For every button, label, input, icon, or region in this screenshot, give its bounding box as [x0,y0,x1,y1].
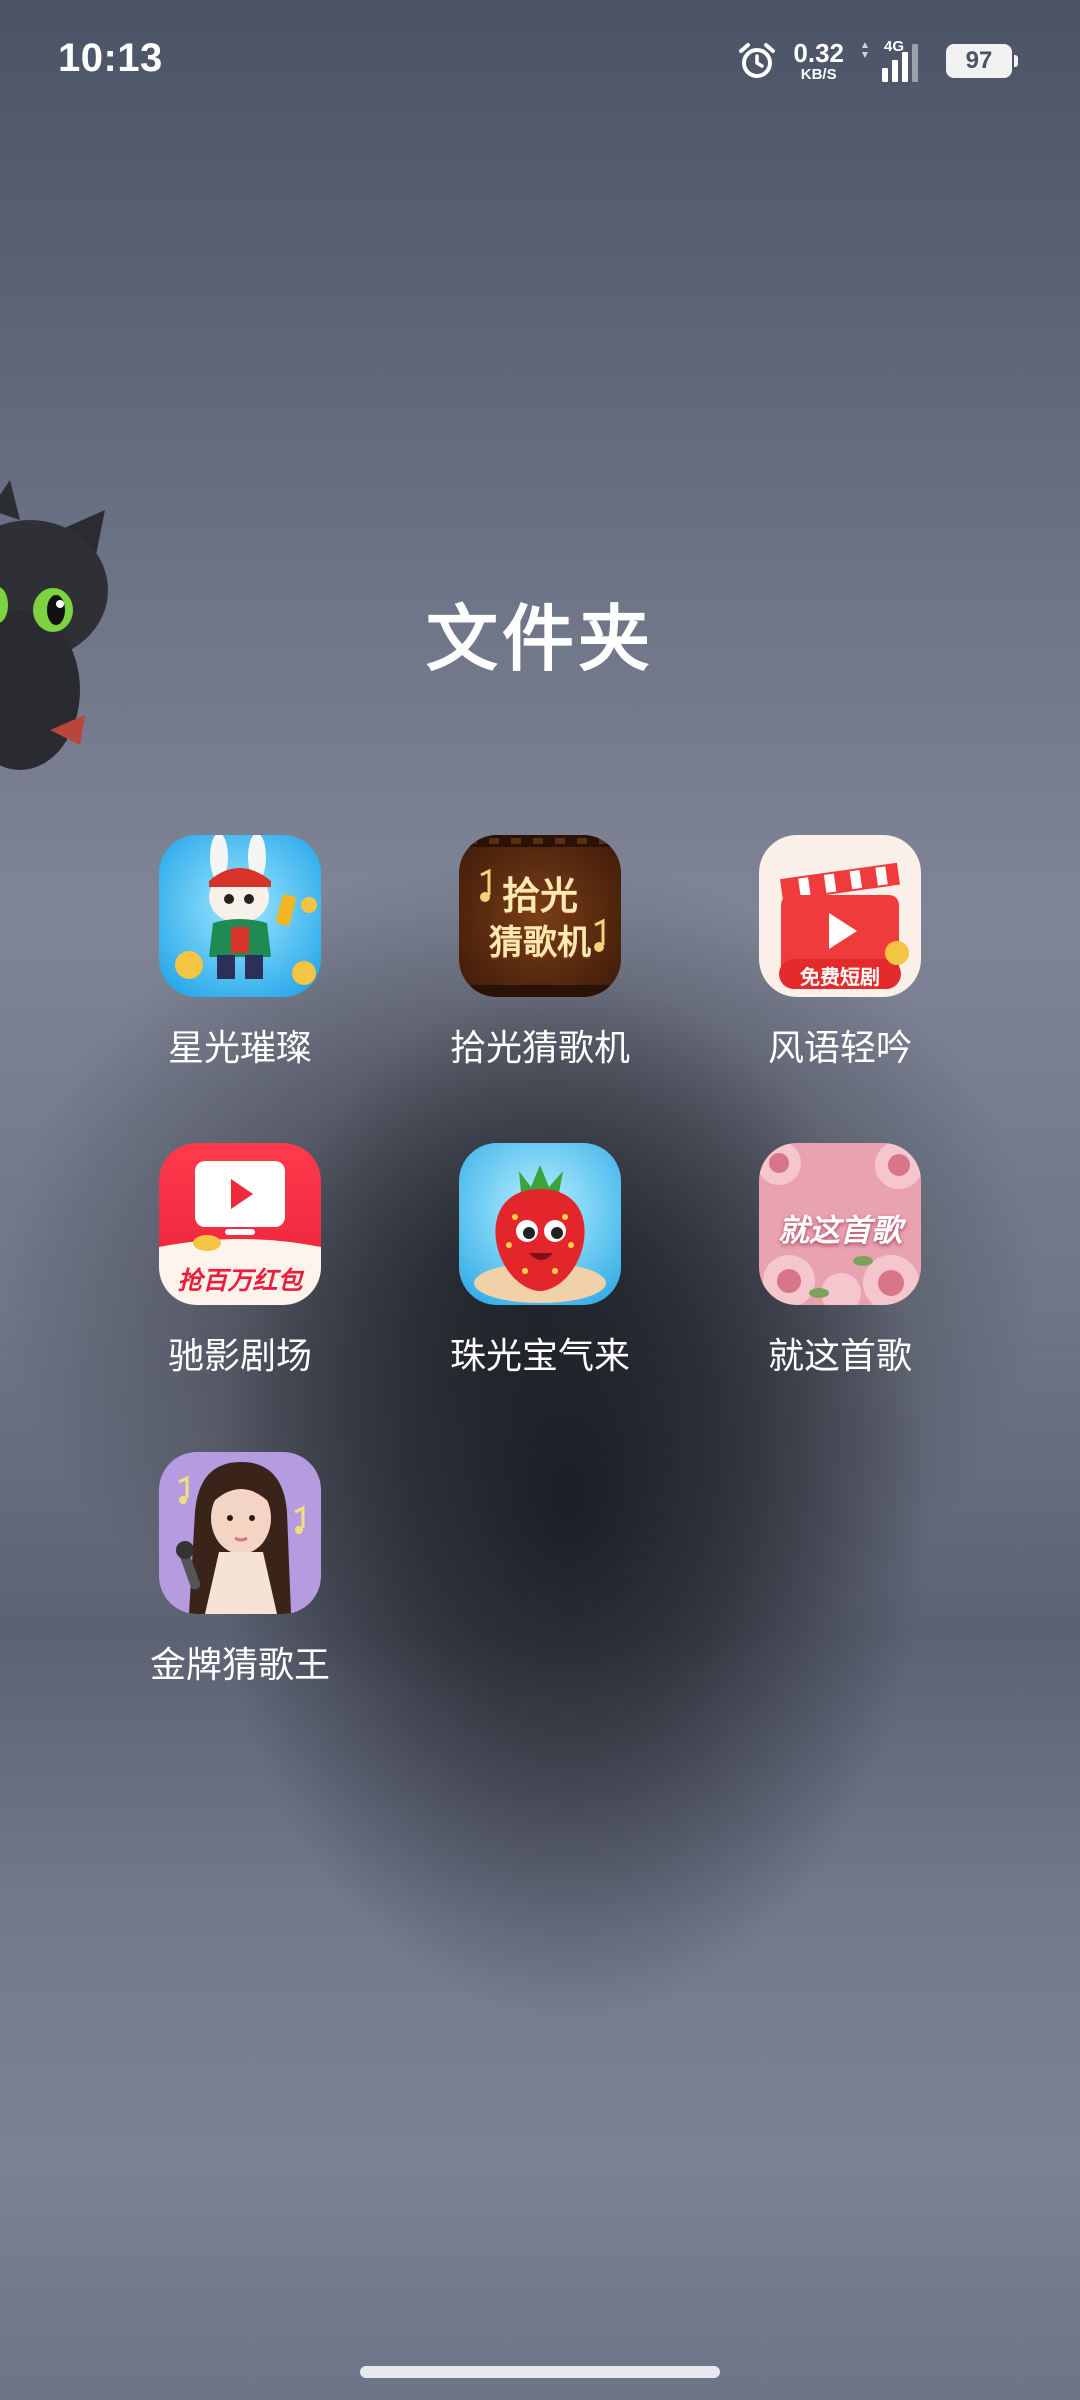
app-label: 金牌猜歌王 [149,1645,330,1686]
app-label: 风语轻吟 [767,1028,912,1069]
singer-portrait-icon[interactable] [159,1452,321,1614]
app-zhuguang-baoqi[interactable]: 珠光宝气来 [420,1143,660,1379]
short-drama-icon-text: 免费短剧 [800,965,880,989]
network-speed-value: 0.32 [793,38,844,68]
app-chiying-juchang[interactable]: 抢百万红包 驰影剧场 [120,1143,360,1379]
app-jiuzhe-shouge[interactable]: 就这首歌 就这首歌 [720,1143,960,1379]
song-guess-icon-text-1: 拾光 [501,874,578,918]
battery-icon: 97 [946,44,1018,78]
rabbit-game-icon[interactable] [159,835,321,997]
app-label: 星光璀璨 [167,1028,312,1069]
app-label: 珠光宝气来 [449,1336,630,1377]
battery-level: 97 [965,47,993,74]
network-speed: 0.32 KB/S [793,40,844,82]
rose-song-icon-text: 就这首歌 [778,1213,902,1249]
app-shiguang-caige[interactable]: 拾光 猜歌机 拾光猜歌机 [420,835,660,1071]
app-jinpai-caigewang[interactable]: 金牌猜歌王 [120,1452,360,1688]
red-envelope-tv-icon[interactable]: 抢百万红包 [159,1143,321,1305]
app-label: 驰影剧场 [167,1336,312,1377]
home-indicator[interactable] [360,2366,720,2378]
song-guess-icon[interactable]: 拾光 猜歌机 [459,835,621,997]
app-xingguang[interactable]: 星光璀璨 [120,835,360,1071]
app-fengyu-qingyin[interactable]: 免费短剧 风语轻吟 [720,835,960,1071]
status-bar: 10:13 0.32 KB/S 4G 97 [0,0,1080,120]
app-label: 就这首歌 [767,1336,912,1377]
folder-title[interactable]: 文件夹 [0,580,1080,685]
cellular-signal: 4G [860,38,930,84]
status-icons: 0.32 KB/S 4G 97 [737,36,1018,86]
rose-song-icon[interactable]: 就这首歌 [759,1143,921,1305]
status-time: 10:13 [58,36,163,80]
network-speed-unit: KB/S [800,66,837,83]
app-label: 拾光猜歌机 [449,1028,630,1069]
alarm-icon [739,43,776,78]
song-guess-icon-text-2: 猜歌机 [489,923,591,963]
network-type: 4G [884,38,905,55]
red-envelope-icon-text: 抢百万红包 [177,1266,303,1295]
strawberry-icon[interactable] [459,1143,621,1305]
short-drama-icon[interactable]: 免费短剧 [759,835,921,997]
